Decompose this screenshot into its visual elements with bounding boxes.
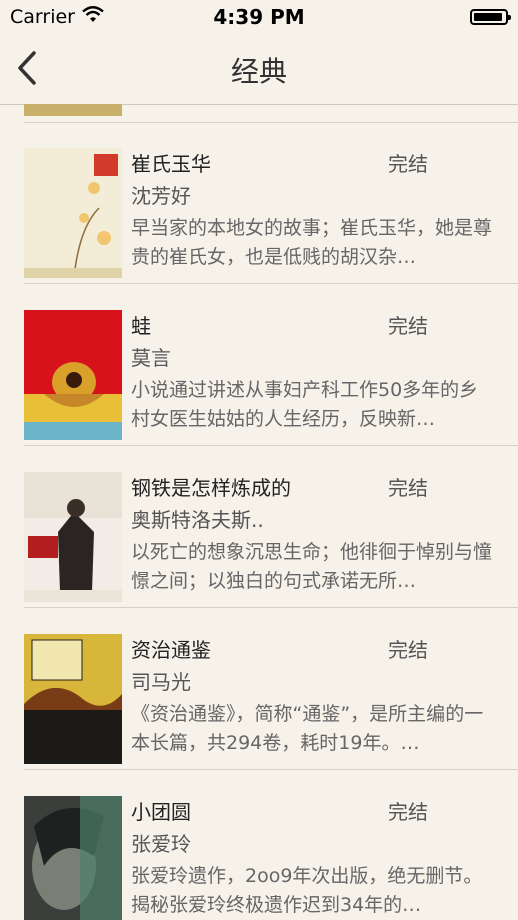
book-cover-partial [24,104,122,116]
book-title: 崔氏玉华 [131,152,211,176]
book-cover [24,472,122,602]
book-cover [24,634,122,764]
book-title: 资治通鉴 [131,638,211,662]
book-author: 奥斯特洛夫斯.. [131,508,264,532]
book-title: 钢铁是怎样炼成的 [131,476,291,500]
book-author: 沈芳好 [131,184,191,208]
book-author: 张爱玲 [131,832,191,856]
book-cover [24,796,122,920]
battery-icon [470,9,511,25]
book-author: 莫言 [131,346,171,370]
book-description: 小说通过讲述从事妇产科工作50多年的乡村女医生姑姑的人生经历，反映新… [131,379,479,430]
book-row[interactable]: 蛙 完结 莫言 小说通过讲述从事妇产科工作50多年的乡村女医生姑姑的人生经历，反… [0,284,518,446]
book-list[interactable]: 崔氏玉华 完结 沈芳好 早当家的本地女的故事；崔氏玉华，她是尊贵的崔氏女，也是低… [0,104,518,920]
book-title: 小团圆 [131,800,191,824]
book-row[interactable]: 钢铁是怎样炼成的 完结 奥斯特洛夫斯.. 以死亡的想象沉思生命；他徘徊于悼别与憧… [0,446,518,608]
book-description: 早当家的本地女的故事；崔氏玉华，她是尊贵的崔氏女，也是低贱的胡汉杂… [131,217,493,268]
book-cover [24,148,122,278]
book-cover [24,310,122,440]
page-title: 经典 [230,55,287,88]
book-row[interactable]: 崔氏玉华 完结 沈芳好 早当家的本地女的故事；崔氏玉华，她是尊贵的崔氏女，也是低… [0,122,518,284]
book-status: 完结 [388,800,428,824]
navigation-bar: 经典 [0,32,518,105]
status-bar: Carrier 4:39 PM [0,0,518,32]
book-description: 以死亡的想象沉思生命；他徘徊于悼别与憧憬之间；以独白的句式承诺无所… [131,541,493,592]
book-description: 张爱玲遗作，2oo9年次出版，绝无删节。揭秘张爱玲终极遗作迟到34年的… [131,865,483,916]
book-status: 完结 [388,314,428,338]
book-row[interactable]: 资治通鉴 完结 司马光 《资治通鉴》，简称“通鉴”，是所主编的一本长篇，共294… [0,608,518,770]
book-author: 司马光 [131,670,191,694]
clock-label: 4:39 PM [213,5,305,29]
book-title: 蛙 [131,314,151,338]
book-status: 完结 [388,152,428,176]
book-row[interactable]: 小团圆 完结 张爱玲 张爱玲遗作，2oo9年次出版，绝无删节。揭秘张爱玲终极遗作… [0,770,518,920]
book-status: 完结 [388,476,428,500]
book-status: 完结 [388,638,428,662]
book-description: 《资治通鉴》，简称“通鉴”，是所主编的一本长篇，共294卷，耗时19年。… [131,703,484,754]
